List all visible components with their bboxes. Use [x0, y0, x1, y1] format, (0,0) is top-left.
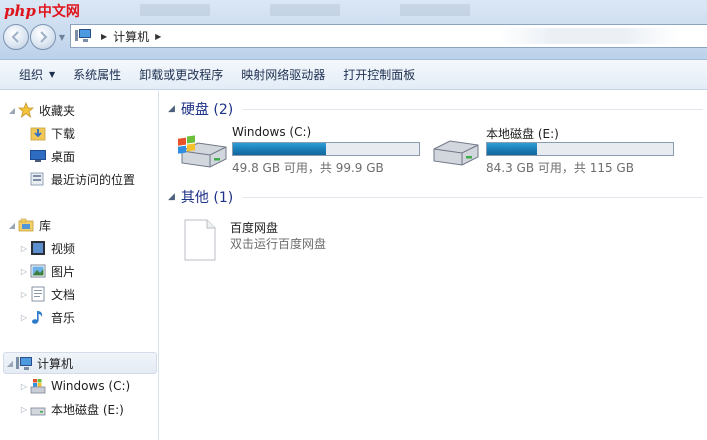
star-icon — [18, 102, 34, 118]
recent-places-icon — [30, 172, 44, 186]
open-control-panel-button[interactable]: 打开控制面板 — [334, 64, 424, 86]
group-divider — [243, 108, 703, 110]
drive-name: 本地磁盘 (E:) — [486, 127, 559, 141]
library-icon — [18, 218, 34, 232]
nav-computer[interactable]: ◢ 计算机 — [3, 352, 157, 374]
hard-drive-icon — [30, 407, 46, 416]
computer-icon — [16, 357, 32, 370]
drive-usage-fill — [487, 143, 538, 155]
map-network-drive-button[interactable]: 映射网络驱动器 — [232, 64, 334, 86]
back-button[interactable] — [3, 24, 29, 50]
other-item-info: 百度网盘 双击运行百度网盘 — [230, 219, 326, 261]
faded-background — [499, 28, 679, 44]
nav-item-label: 桌面 — [51, 149, 76, 164]
group-title: 其他 (1) — [180, 190, 234, 206]
group-header-other[interactable]: ◢ 其他 (1) — [168, 187, 703, 207]
organize-button[interactable]: 组织 ▼ — [10, 64, 64, 86]
desktop-icon — [30, 150, 46, 162]
nav-item-pictures[interactable]: ▷ 图片 — [18, 260, 75, 282]
forward-button[interactable] — [30, 24, 56, 50]
system-properties-button[interactable]: 系统属性 — [64, 64, 130, 86]
nav-item-music[interactable]: ▷ 音乐 — [18, 306, 75, 328]
navigation-pane: ◢ 收藏夹 下载 桌面 最近访问的位置 ◢ 库 ▷ 视频 ▷ 图片 ▷ 文档 ▷… — [0, 91, 159, 440]
downloads-folder-icon — [30, 127, 46, 141]
expand-arrow-icon[interactable]: ▷ — [18, 382, 30, 391]
drive-size-text: 84.3 GB 可用，共 115 GB — [486, 161, 634, 175]
drive-usage-bar — [232, 142, 420, 156]
breadcrumb-chevron-icon[interactable]: ▶ — [155, 32, 161, 41]
recent-pages-dropdown[interactable]: ▼ — [57, 24, 67, 50]
drive-usage-fill — [233, 143, 326, 155]
nav-item-label: 视频 — [51, 241, 76, 256]
nav-item-label: 下载 — [51, 126, 76, 141]
nav-favorites-label: 收藏夹 — [39, 103, 76, 118]
watermark-logo: php 中文网 — [4, 0, 80, 22]
collapse-arrow-icon[interactable]: ◢ — [168, 104, 175, 114]
group-divider — [243, 196, 703, 198]
nav-item-desktop[interactable]: 桌面 — [30, 145, 75, 167]
expand-arrow-icon[interactable]: ▷ — [18, 244, 30, 253]
other-item-baidu-netdisk[interactable]: 百度网盘 双击运行百度网盘 — [184, 219, 326, 261]
command-bar: 组织 ▼ 系统属性 卸载或更改程序 映射网络驱动器 打开控制面板 — [0, 60, 707, 90]
group-header-hard-drives[interactable]: ◢ 硬盘 (2) — [168, 99, 703, 119]
collapse-arrow-icon[interactable]: ◢ — [168, 192, 175, 202]
nav-item-drive-c[interactable]: ▷ Windows (C:) — [18, 375, 130, 397]
navigation-buttons: ▼ — [3, 24, 67, 50]
expand-arrow-icon[interactable]: ▷ — [18, 313, 30, 322]
nav-item-label: 最近访问的位置 — [51, 172, 136, 187]
uninstall-program-button[interactable]: 卸载或更改程序 — [130, 64, 232, 86]
nav-item-label: 本地磁盘 (E:) — [51, 402, 124, 417]
collapse-arrow-icon[interactable]: ◢ — [4, 359, 16, 368]
hard-drive-icon — [433, 140, 479, 166]
nav-library[interactable]: ◢ 库 — [6, 214, 51, 236]
drive-usage-bar — [486, 142, 674, 156]
other-item-name: 百度网盘 — [230, 221, 279, 235]
drive-info: 本地磁盘 (E:) 84.3 GB 可用，共 115 GB — [486, 125, 674, 176]
video-icon — [31, 241, 45, 255]
nav-item-downloads[interactable]: 下载 — [30, 122, 75, 144]
chevron-down-icon: ▼ — [49, 70, 56, 79]
drive-item-c[interactable]: Windows (C:) 49.8 GB 可用，共 99.9 GB — [176, 125, 420, 176]
group-title: 硬盘 (2) — [180, 102, 234, 118]
drive-item-e[interactable]: 本地磁盘 (E:) 84.3 GB 可用，共 115 GB — [430, 125, 674, 176]
windows-drive-icon — [30, 379, 46, 394]
organize-label: 组织 — [19, 68, 44, 82]
blank-file-icon — [184, 219, 216, 261]
nav-item-label: 文档 — [51, 287, 76, 302]
nav-library-label: 库 — [39, 218, 52, 233]
arrow-right-icon — [40, 31, 48, 43]
content-pane: ◢ 硬盘 (2) Windows (C:) 49.8 GB 可用，共 99.9 … — [160, 91, 707, 440]
collapse-arrow-icon[interactable]: ◢ — [6, 221, 18, 230]
arrow-left-icon — [11, 31, 19, 43]
nav-item-label: Windows (C:) — [51, 379, 131, 393]
other-item-desc: 双击运行百度网盘 — [230, 237, 327, 251]
collapse-arrow-icon[interactable]: ◢ — [6, 106, 18, 115]
expand-arrow-icon[interactable]: ▷ — [18, 405, 30, 414]
windows-drive-icon — [178, 135, 227, 168]
background-window-tabs — [140, 4, 470, 16]
drive-name: Windows (C:) — [232, 125, 312, 139]
watermark-suffix: 中文网 — [37, 4, 80, 20]
nav-item-drive-e[interactable]: ▷ 本地磁盘 (E:) — [18, 398, 124, 420]
address-bar[interactable]: ▶ 计算机 ▶ — [70, 24, 707, 48]
breadcrumb-separator-icon[interactable]: ▶ — [101, 32, 107, 41]
nav-item-recent-places[interactable]: 最近访问的位置 — [30, 168, 135, 190]
drive-info: Windows (C:) 49.8 GB 可用，共 99.9 GB — [232, 125, 420, 176]
expand-arrow-icon[interactable]: ▷ — [18, 290, 30, 299]
nav-item-videos[interactable]: ▷ 视频 — [18, 237, 75, 259]
expand-arrow-icon[interactable]: ▷ — [18, 267, 30, 276]
nav-item-label: 图片 — [51, 264, 76, 279]
title-bar: php 中文网 ▼ ▶ 计算机 ▶ — [0, 0, 707, 60]
breadcrumb-computer[interactable]: 计算机 — [113, 28, 149, 45]
pictures-icon — [30, 264, 46, 278]
music-icon — [32, 311, 43, 324]
nav-computer-label: 计算机 — [37, 356, 74, 371]
nav-item-documents[interactable]: ▷ 文档 — [18, 283, 75, 305]
drive-size-text: 49.8 GB 可用，共 99.9 GB — [232, 161, 384, 175]
watermark-prefix: php — [4, 2, 36, 20]
nav-favorites[interactable]: ◢ 收藏夹 — [6, 99, 75, 121]
documents-icon — [31, 286, 45, 302]
computer-icon — [75, 29, 91, 42]
nav-item-label: 音乐 — [51, 310, 76, 325]
